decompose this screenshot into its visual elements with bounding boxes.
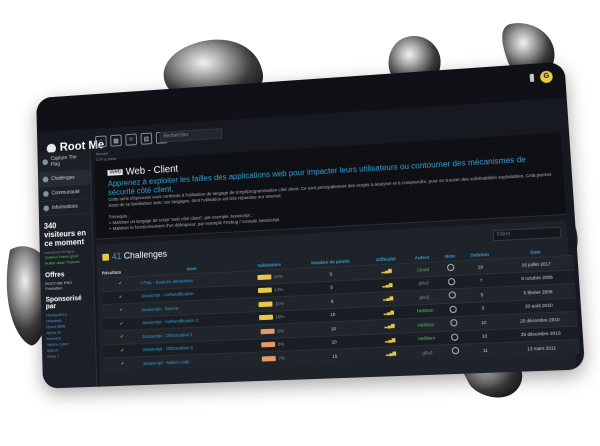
user-icon[interactable]: ☺ <box>125 133 138 146</box>
validation-percent: 11% <box>274 300 284 306</box>
author-cell[interactable]: g0u2 <box>407 289 442 305</box>
mute-icon[interactable] <box>529 73 535 82</box>
validation-bar <box>261 355 276 362</box>
rating-cell <box>443 344 468 359</box>
flag-icon <box>42 159 49 166</box>
challenges-panel: 41 Challenges Filtrer Résultats Nom Vali… <box>96 220 580 387</box>
smiley-icon <box>448 291 457 300</box>
rating-cell <box>443 330 467 345</box>
validation-bar <box>260 342 276 348</box>
target-icon <box>42 176 49 183</box>
validation-percent: 8% <box>277 341 285 347</box>
points-cell: 15 <box>298 347 372 364</box>
validation-percent: 10% <box>275 314 285 320</box>
solutions-cell[interactable]: 11 <box>466 342 505 358</box>
visitors-count: 340 visiteurs en ce moment <box>43 221 87 249</box>
challenges-count: 41 <box>111 251 122 262</box>
challenges-table: Résultats Nom Validations Nombre de poin… <box>101 245 580 372</box>
smiley-icon <box>449 305 457 313</box>
prerequisites: Prérequis : » Maitriser un langage de sc… <box>109 205 281 232</box>
solutions-cell[interactable]: 10 <box>464 314 503 331</box>
difficulty-icon: ▂▄▆ <box>371 346 411 362</box>
sponsor-link[interactable]: Wisly 1 <box>42 352 95 360</box>
home-icon[interactable]: ⌂ <box>95 135 107 148</box>
filter-input[interactable]: Filtrer <box>492 226 562 242</box>
info-icon <box>43 205 50 212</box>
sidebar-item-label: Capture The Flag <box>50 154 77 168</box>
smiley-icon <box>451 347 460 355</box>
sidebar: Capture The Flag Challenges Communauté I… <box>37 149 98 389</box>
rating-cell <box>439 260 463 276</box>
validation-percent: 13% <box>274 286 284 293</box>
date-cell: 13 mars 2011 <box>503 339 580 357</box>
solutions-cell[interactable]: 10 <box>465 328 504 345</box>
smiley-icon <box>450 319 458 327</box>
smiley-icon <box>447 277 456 286</box>
grid-icon[interactable]: ▦ <box>110 134 122 147</box>
author-cell[interactable]: Hel0ism <box>408 317 444 333</box>
sponsor-title: Sponsorisé par <box>45 295 82 311</box>
author-cell[interactable]: Hel0ism <box>409 330 444 347</box>
sidebar-item-label: Challenges <box>51 174 75 183</box>
author-cell[interactable]: g0u2 <box>410 344 445 360</box>
validation-bar <box>257 287 272 294</box>
validation-percent: 9% <box>277 327 284 334</box>
smiley-icon <box>446 263 455 272</box>
screenshot-card: G Root Me ⌂ ▦ ☺ ▤ ⊞ Rechercher Capture T… <box>36 61 586 389</box>
smiley-icon <box>450 333 459 341</box>
sidebar-item-label: Communauté <box>51 189 80 197</box>
author-cell[interactable]: Hel0ism <box>407 303 443 319</box>
avatar[interactable]: G <box>539 70 554 84</box>
toolbar: ⌂ ▦ ☺ ▤ ⊞ <box>95 131 168 148</box>
rating-cell <box>441 302 465 318</box>
rating-cell <box>440 288 464 304</box>
book-icon[interactable]: ▤ <box>140 132 153 145</box>
validation-percent: 14% <box>273 273 283 279</box>
search-input[interactable]: Rechercher <box>159 127 223 143</box>
validation-bar <box>260 328 275 335</box>
validation-bar <box>256 274 271 280</box>
validations-cell: 7% <box>248 350 299 366</box>
challenge-name[interactable]: Javascript - Native code <box>141 352 249 370</box>
challenges-title: Challenges <box>123 248 168 261</box>
category-tag: Web <box>107 169 123 177</box>
rating-cell <box>442 316 466 331</box>
sidebar-item-label: Informations <box>51 203 78 211</box>
lock-icon <box>102 253 110 261</box>
validated-icon: ✔ <box>103 356 143 372</box>
challenges-heading: 41 Challenges <box>102 249 167 262</box>
validation-bar <box>258 301 273 308</box>
validation-percent: 7% <box>278 355 286 361</box>
validation-bar <box>258 314 273 321</box>
users-icon <box>43 190 49 197</box>
rating-cell <box>440 274 464 290</box>
